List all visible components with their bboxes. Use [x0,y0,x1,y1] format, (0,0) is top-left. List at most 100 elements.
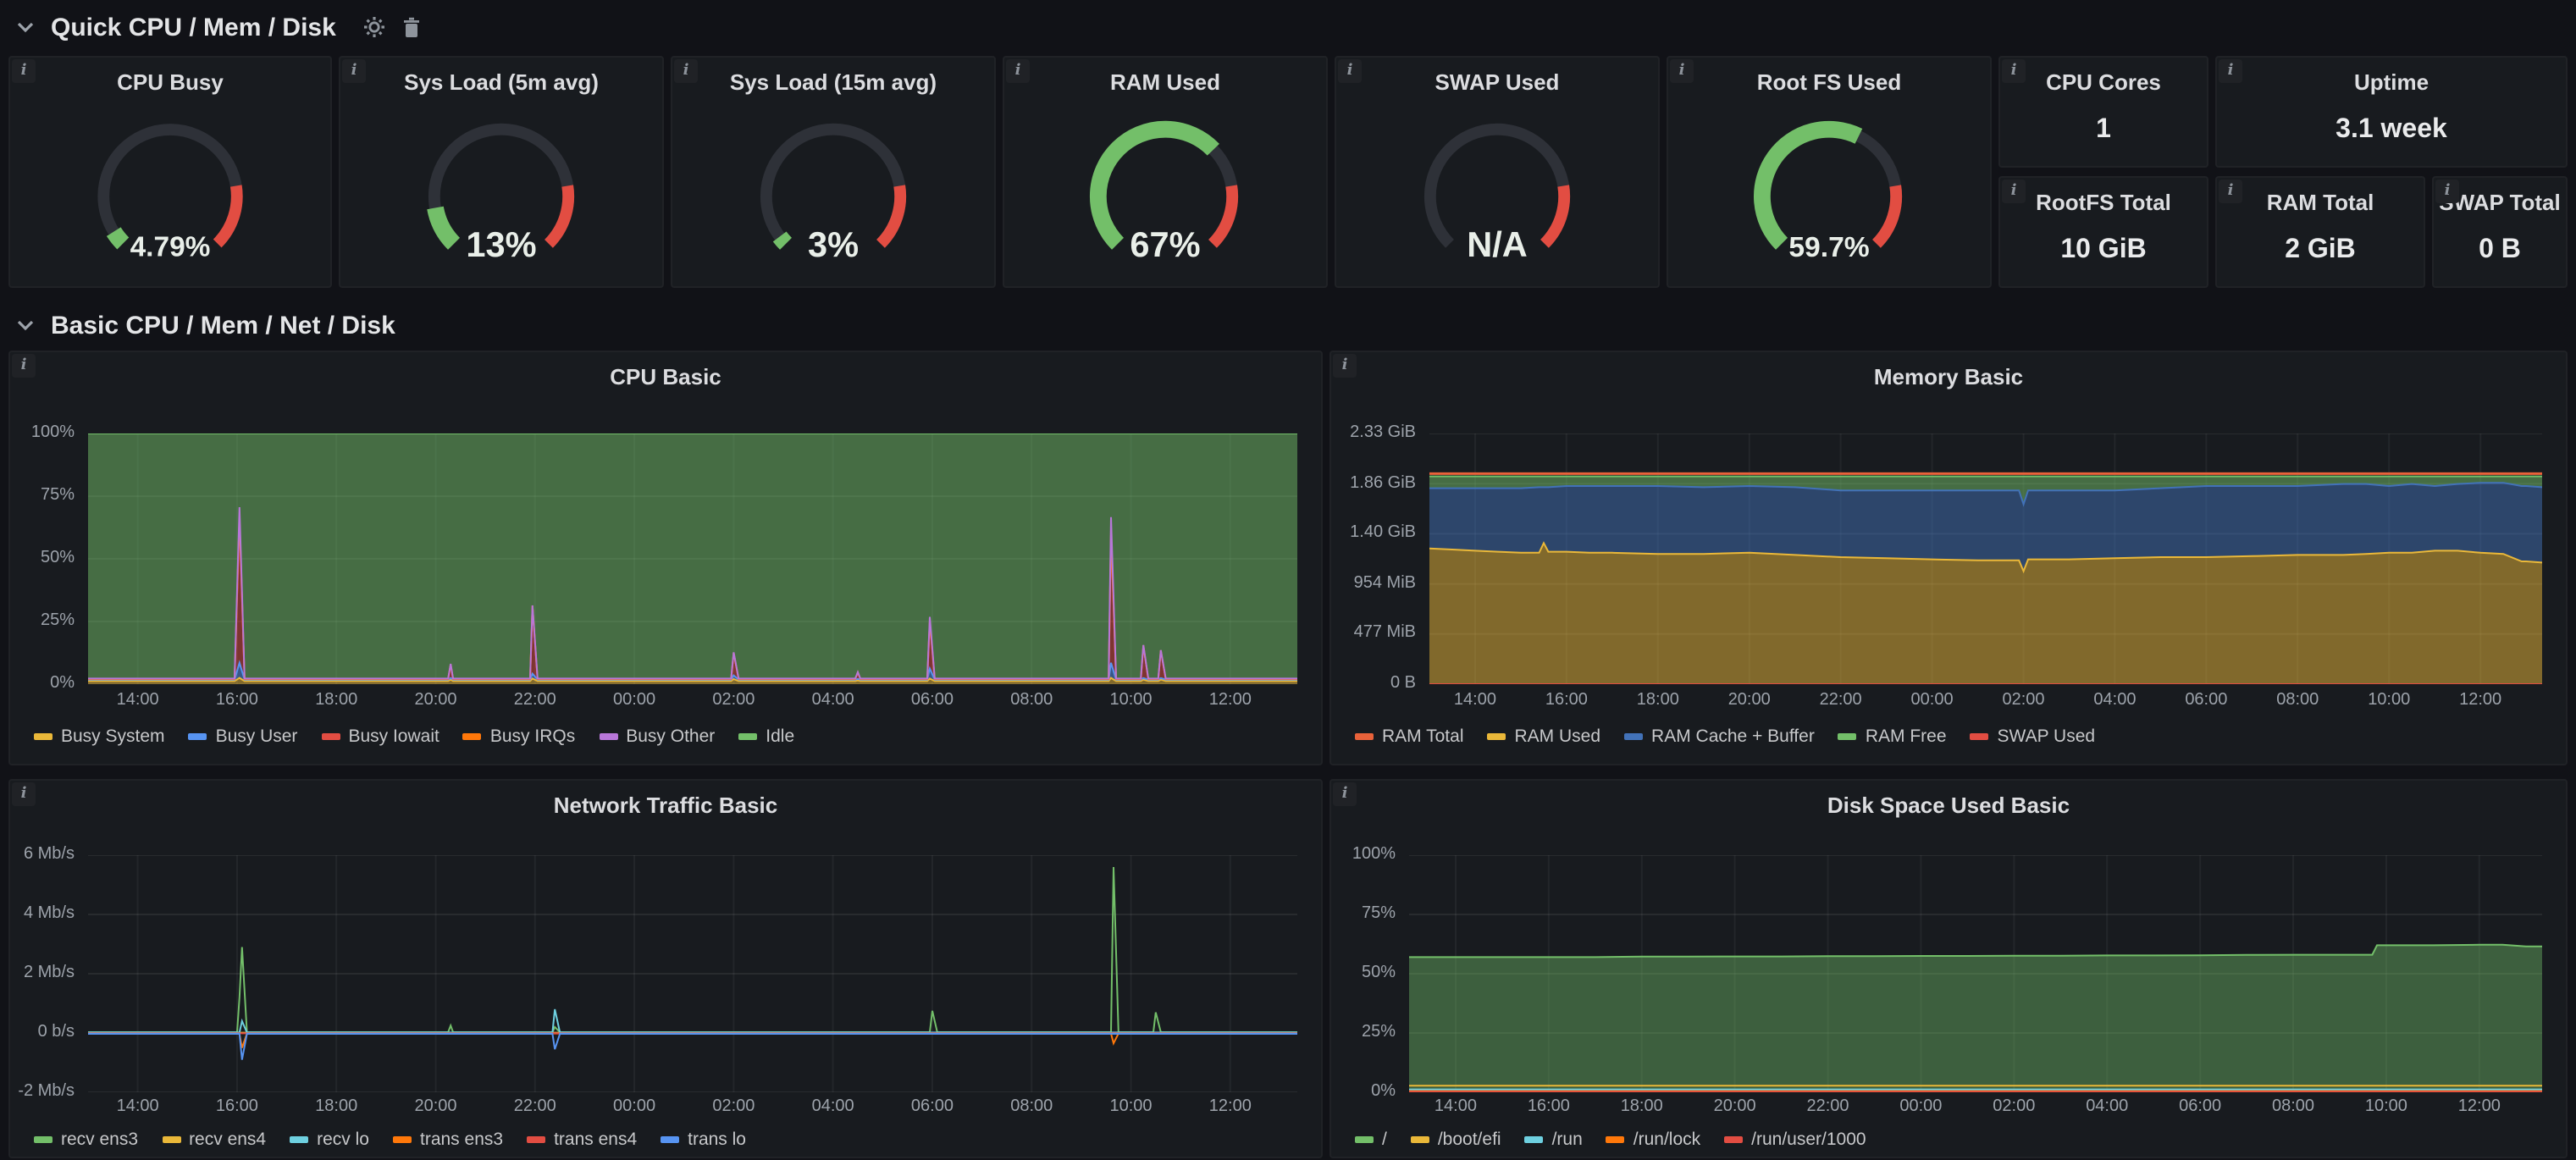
swap-used-gauge: N/A [1336,98,1658,274]
panel-info-icon[interactable]: i [1670,59,1694,83]
panel-title[interactable]: CPU Basic [10,366,1321,389]
legend-item[interactable]: RAM Used [1488,726,1601,747]
x-tick-label: 22:00 [501,1097,569,1118]
row-title: Quick CPU / Mem / Disk [51,13,336,41]
info-letter: i [21,786,27,803]
legend-item[interactable]: trans ens3 [393,1130,503,1150]
grafana-dashboard: Quick CPU / Mem / Disk i CPU Busy [0,0,2576,1160]
panel-info-icon[interactable]: i [1006,59,1030,83]
panel-info-icon[interactable]: i [12,354,36,378]
legend-item[interactable]: Busy Other [599,726,715,747]
legend-label: /run [1552,1130,1583,1150]
x-tick-label: 18:00 [302,1097,370,1118]
info-letter: i [2011,63,2017,80]
panel-title[interactable]: Network Traffic Basic [10,794,1321,818]
x-tick-label: 04:00 [799,1097,867,1118]
legend-item[interactable]: /run/user/1000 [1724,1130,1866,1150]
y-tick-label: 477 MiB [1331,624,1416,644]
legend-label: trans ens4 [554,1130,637,1150]
panel-info-icon[interactable]: i [12,782,36,806]
legend-swatch [738,733,757,740]
panel-title[interactable]: RAM Total [2217,191,2424,215]
legend-item[interactable]: trans lo [661,1130,746,1150]
panel-info-icon[interactable]: i [674,59,698,83]
legend-item[interactable]: recv lo [290,1130,369,1150]
row-header-basic-cpu-mem-net-disk[interactable]: Basic CPU / Mem / Net / Disk [14,305,395,345]
gauge-value-text: 59.7% [1788,232,1869,263]
panel-info-icon[interactable]: i [2435,180,2459,203]
legend-item[interactable]: SWAP Used [1971,726,2096,747]
panel-title[interactable]: Sys Load (15m avg) [672,71,994,95]
legend-item[interactable]: Busy User [189,726,298,747]
legend-item[interactable]: Busy IRQs [463,726,575,747]
stat-value: 3.1 week [2217,115,2566,146]
gauge-threshold-red [218,185,237,243]
panel-title[interactable]: CPU Busy [10,71,330,95]
x-tick-label: 06:00 [2166,1097,2234,1118]
gauge-threshold-red [881,185,900,243]
legend-item[interactable]: Idle [738,726,794,747]
legend-item[interactable]: Busy Iowait [321,726,439,747]
panel-title[interactable]: RAM Used [1004,71,1326,95]
x-tick-label: 10:00 [1097,1097,1165,1118]
x-tick-label: 06:00 [2172,691,2240,711]
panel-info-icon[interactable]: i [1333,354,1357,378]
legend-item[interactable]: RAM Total [1355,726,1464,747]
gauge-threshold-red [1545,185,1564,243]
series-line [88,1034,1297,1048]
panel-info-icon[interactable]: i [342,59,366,83]
y-tick-label: 100% [1331,845,1396,865]
trash-icon[interactable] [401,15,424,39]
legend-item[interactable]: /boot/efi [1411,1130,1501,1150]
panel-info-icon[interactable]: i [2002,180,2026,203]
x-tick-label: 14:00 [104,1097,172,1118]
panel-title[interactable]: Sys Load (5m avg) [340,71,662,95]
panel-memory-basic: i Memory Basic 0 B477 MiB954 MiB1.40 GiB… [1329,351,2568,765]
stat-value: 2 GiB [2217,235,2424,266]
legend-label: Busy IRQs [490,726,575,747]
legend-swatch [34,1136,53,1143]
gauge-value-arc [435,207,454,243]
panel-info-icon[interactable]: i [2219,180,2242,203]
y-tick-label: 2.33 GiB [1331,423,1416,444]
legend-label: trans ens3 [420,1130,503,1150]
legend-item[interactable]: RAM Cache + Buffer [1624,726,1815,747]
legend-item[interactable]: recv ens4 [162,1130,266,1150]
panel-info-icon[interactable]: i [2002,59,2026,83]
legend-label: SWAP Used [1998,726,2096,747]
series-line [1409,945,2542,958]
legend-item[interactable]: / [1355,1130,1387,1150]
panel-info-icon[interactable]: i [2219,59,2242,83]
x-tick-label: 20:00 [402,1097,470,1118]
stat-value: 0 B [2434,235,2566,266]
legend-swatch [661,1136,679,1143]
panel-info-icon[interactable]: i [1338,59,1362,83]
x-tick-label: 08:00 [998,691,1065,711]
panel-title[interactable]: RootFS Total [2000,191,2207,215]
legend-swatch [290,1136,308,1143]
legend-label: recv lo [317,1130,369,1150]
legend-item[interactable]: recv ens3 [34,1130,138,1150]
panel-title[interactable]: SWAP Used [1336,71,1658,95]
legend-item[interactable]: RAM Free [1838,726,1947,747]
y-tick-label: 0% [1331,1082,1396,1102]
x-tick-label: 04:00 [2081,691,2148,711]
root-fs-used-gauge: 59.7% [1668,98,1990,274]
panel-title[interactable]: CPU Cores [2000,71,2207,95]
panel-info-icon[interactable]: i [1333,782,1357,806]
row-header-quick-cpu-mem-disk[interactable]: Quick CPU / Mem / Disk [14,7,424,47]
x-tick-label: 14:00 [104,691,172,711]
panel-title[interactable]: Root FS Used [1668,71,1990,95]
gear-icon[interactable] [363,15,387,39]
panel-title[interactable]: Memory Basic [1331,366,2566,389]
legend-item[interactable]: /run [1525,1130,1583,1150]
legend-item[interactable]: /run/lock [1606,1130,1700,1150]
panel-cpu-cores: i CPU Cores 1 [1998,56,2208,168]
panel-title[interactable]: Uptime [2217,71,2566,95]
legend-item[interactable]: Busy System [34,726,165,747]
legend-item[interactable]: trans ens4 [527,1130,637,1150]
legend-swatch [1606,1136,1625,1143]
panel-info-icon[interactable]: i [12,59,36,83]
legend-swatch [1971,733,1989,740]
panel-title[interactable]: Disk Space Used Basic [1331,794,2566,818]
